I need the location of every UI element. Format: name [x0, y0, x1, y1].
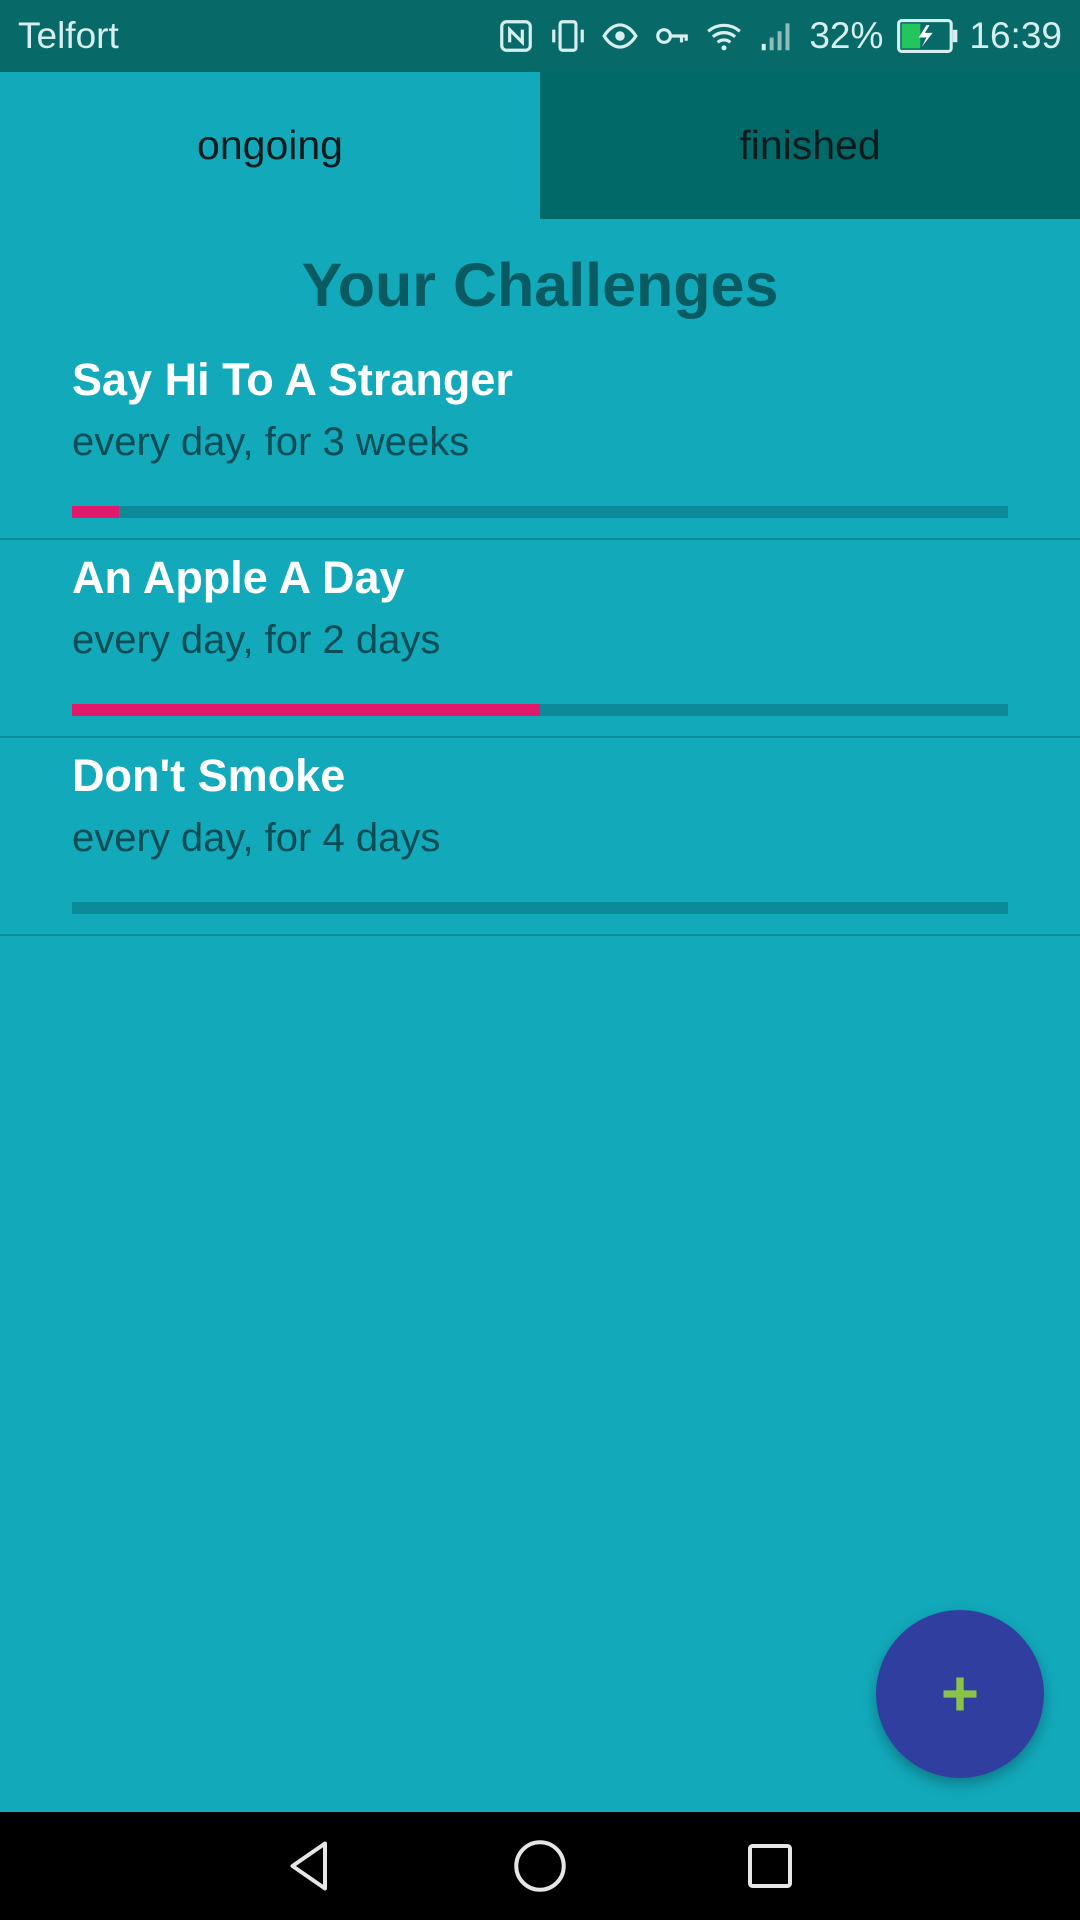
- battery-group: 16:39: [897, 15, 1062, 57]
- back-icon: [280, 1836, 340, 1896]
- eye-icon: [601, 17, 639, 55]
- challenge-title: An Apple A Day: [72, 552, 405, 603]
- progress-bar: [72, 902, 1008, 914]
- key-icon: [653, 17, 691, 55]
- recents-button[interactable]: [740, 1836, 800, 1896]
- list-item[interactable]: Don't Smoke every day, for 4 days: [0, 738, 1080, 936]
- home-icon: [510, 1836, 570, 1896]
- challenge-schedule: every day, for 3 weeks: [72, 420, 470, 464]
- recents-icon: [740, 1836, 800, 1896]
- progress-fill: [72, 704, 540, 716]
- tab-bar: ongoing finished: [0, 72, 1080, 219]
- challenge-schedule: every day, for 2 days: [72, 618, 441, 662]
- challenge-list: Say Hi To A Stranger every day, for 3 we…: [0, 342, 1080, 936]
- system-nav-bar: [0, 1812, 1080, 1920]
- page-title: Your Challenges: [301, 251, 779, 319]
- back-button[interactable]: [280, 1836, 340, 1896]
- tab-ongoing[interactable]: ongoing: [0, 72, 540, 219]
- battery-percent: 32%: [809, 15, 884, 56]
- challenge-schedule: every day, for 4 days: [72, 816, 441, 860]
- nfc-icon: [497, 17, 535, 55]
- status-bar: Telfort 32% 16:39: [0, 0, 1080, 72]
- progress-bar: [72, 704, 1008, 716]
- carrier-name: Telfort: [18, 15, 119, 56]
- progress-bar: [72, 506, 1008, 518]
- add-challenge-button[interactable]: [876, 1610, 1044, 1778]
- progress-fill: [72, 506, 119, 518]
- clock: 16:39: [969, 15, 1062, 56]
- wifi-icon: [705, 17, 743, 55]
- status-icons: 32% 16:39: [497, 15, 1062, 57]
- list-item[interactable]: An Apple A Day every day, for 2 days: [0, 540, 1080, 738]
- home-button[interactable]: [510, 1836, 570, 1896]
- challenge-title: Say Hi To A Stranger: [72, 354, 513, 405]
- plus-icon: [938, 1672, 982, 1716]
- tab-finished[interactable]: finished: [540, 72, 1080, 219]
- battery-charging-icon: [897, 17, 959, 55]
- challenge-title: Don't Smoke: [72, 750, 346, 801]
- signal-icon: [757, 17, 795, 55]
- vibrate-icon: [549, 17, 587, 55]
- list-item[interactable]: Say Hi To A Stranger every day, for 3 we…: [0, 342, 1080, 540]
